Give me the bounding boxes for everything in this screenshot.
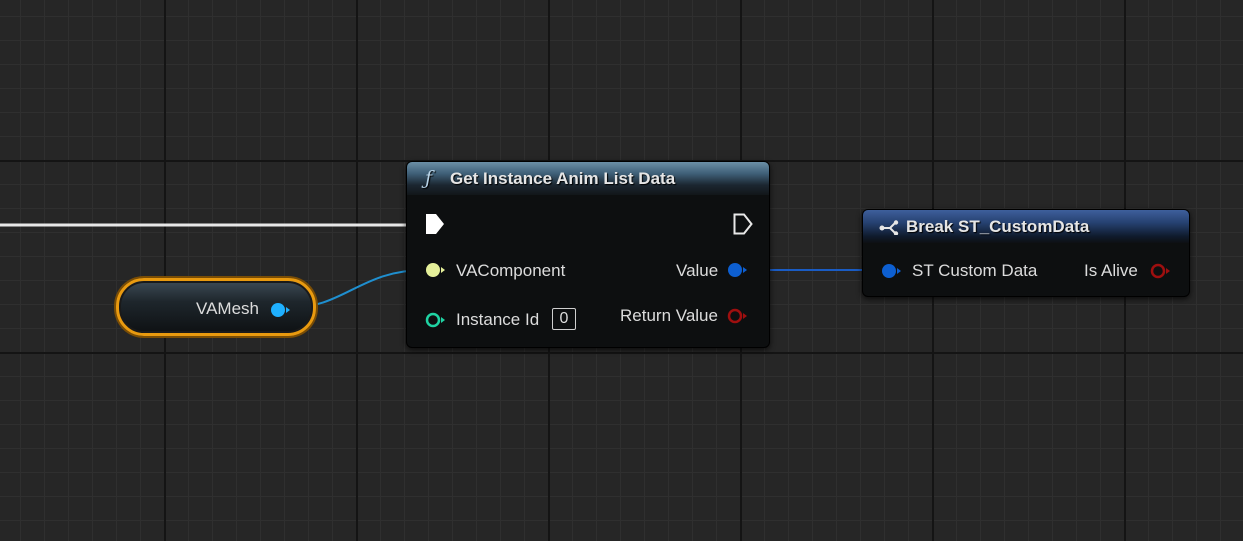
- exec-output-pin[interactable]: [733, 213, 753, 235]
- get-instance-anim-list-data-node[interactable]: ƒ Get Instance Anim List Data VAComponen…: [406, 161, 770, 348]
- st-custom-data-label: ST Custom Data: [912, 261, 1038, 280]
- value-output-label: Value: [676, 261, 719, 280]
- vacomponent-label: VAComponent: [456, 261, 566, 280]
- is-alive-output-pin[interactable]: [1150, 263, 1172, 279]
- is-alive-label: Is Alive: [1084, 261, 1138, 280]
- break-node-title: Break ST_CustomData: [906, 217, 1090, 236]
- instance-id-label: Instance Id: [456, 310, 540, 329]
- vamesh-output-pin[interactable]: [271, 302, 291, 318]
- vamesh-variable-node[interactable]: VAMesh: [116, 278, 316, 336]
- instance-id-value-input[interactable]: 0: [552, 308, 576, 330]
- break-st-customdata-node[interactable]: Break ST_CustomData ST Custom Data Is Al…: [862, 209, 1190, 297]
- break-struct-icon: [879, 220, 899, 235]
- instance-id-input-pin[interactable]: [425, 312, 447, 328]
- function-node-header[interactable]: ƒ Get Instance Anim List Data: [407, 162, 769, 195]
- vamesh-label: VAMesh: [196, 299, 259, 318]
- value-output-pin[interactable]: [727, 262, 749, 278]
- vacomponent-input-pin[interactable]: [425, 262, 447, 278]
- function-node-title: Get Instance Anim List Data: [450, 169, 676, 188]
- break-node-header[interactable]: Break ST_CustomData: [863, 210, 1189, 243]
- function-icon: ƒ: [425, 167, 433, 189]
- st-custom-data-input-pin[interactable]: [881, 263, 903, 279]
- exec-input-pin[interactable]: [425, 213, 445, 235]
- return-value-output-pin[interactable]: [727, 308, 749, 324]
- return-value-label: Return Value: [620, 306, 718, 325]
